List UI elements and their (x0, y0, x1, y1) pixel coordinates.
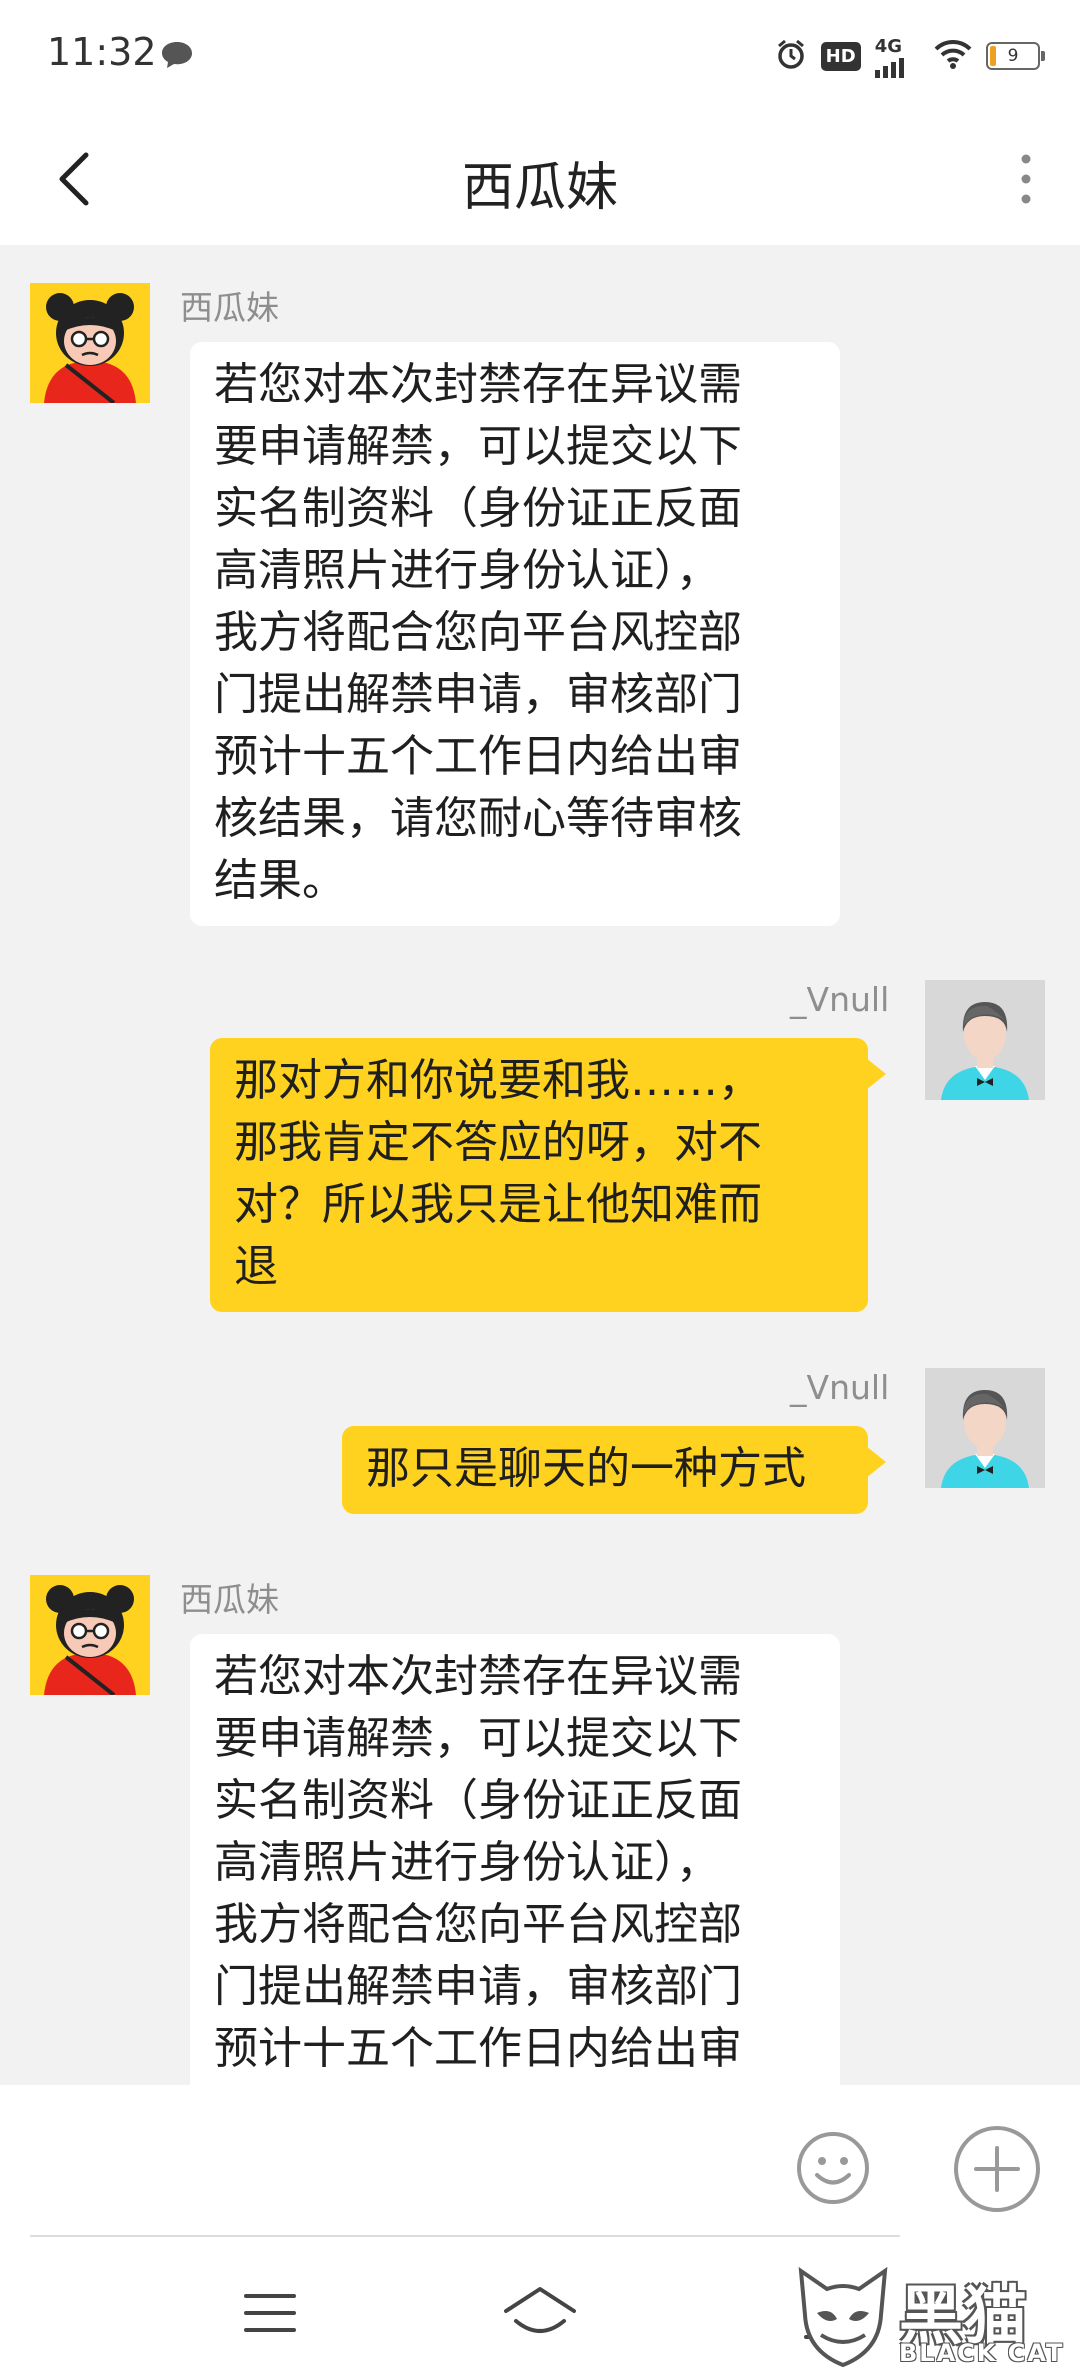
signal-icon: 4G (874, 36, 904, 78)
wifi-icon (934, 39, 972, 73)
sender-name: _Vnull (790, 980, 890, 1019)
message-bubble[interactable]: 那对方和你说要和我……， 那我肯定不答应的呀，对不 对？所以我只是让他知难而 退 (210, 1038, 886, 1312)
black-cat-logo-icon (798, 2266, 888, 2368)
battery-level: 9 (1007, 46, 1019, 66)
message-line: 对？所以我只是让他知难而 (234, 1179, 762, 1230)
sender-name: _Vnull (790, 1368, 890, 1407)
message-line: 门提出解禁申请，审核部门 (214, 1961, 742, 2012)
sender-name: 西瓜妹 (180, 288, 279, 327)
message-line: 高清照片进行身份认证）， (214, 545, 720, 596)
network-type: 4G (874, 35, 902, 57)
message-bubble[interactable]: 若您对本次封禁存在异议需 要申请解禁，可以提交以下 实名制资料（身份证正反面 高… (190, 1634, 840, 2085)
input-bar[interactable] (0, 2085, 1080, 2235)
message-line: 我方将配合您向平台风控部 (214, 1899, 742, 1950)
message-line: 我方将配合您向平台风控部 (214, 607, 742, 658)
home-icon[interactable] (500, 2285, 580, 2341)
message-line: 那我肯定不答应的呀，对不 (234, 1117, 762, 1168)
sender-name: 西瓜妹 (180, 1580, 279, 1619)
chat-title: 西瓜妹 (461, 158, 618, 218)
message-bubble[interactable]: 若您对本次封禁存在异议需 要申请解禁，可以提交以下 实名制资料（身份证正反面 高… (190, 342, 840, 926)
message-line: 要申请解禁，可以提交以下 (214, 1713, 742, 1764)
message-line: 那对方和你说要和我……， (234, 1055, 762, 1106)
message-line: 退 (234, 1241, 278, 1292)
plus-icon[interactable] (952, 2124, 1042, 2214)
hd-badge: HD (820, 41, 861, 71)
message-line: 若您对本次封禁存在异议需 (214, 1651, 742, 1702)
status-time: 11:32 (47, 30, 157, 74)
message-line: 预计十五个工作日内给出审 (214, 731, 742, 782)
message-line: 门提出解禁申请，审核部门 (214, 669, 742, 720)
man-avatar[interactable] (925, 1368, 1045, 1488)
girl-avatar[interactable] (30, 283, 150, 405)
alarm-icon (775, 38, 807, 74)
menu-icon[interactable] (242, 2292, 298, 2334)
message-line: 高清照片进行身份认证）， (214, 1837, 720, 1888)
more-options-icon[interactable] (1008, 149, 1044, 209)
chat-list[interactable]: 西瓜妹 若您对本次封禁存在异议需 要申请解禁，可以提交以下 实名制资料（身份证正… (0, 245, 1080, 2085)
message-line: 那只是聊天的一种方式 (366, 1443, 806, 1494)
emoji-icon[interactable] (795, 2130, 871, 2206)
status-icons: HD 4G 9 (775, 36, 1045, 78)
man-avatar[interactable] (925, 980, 1045, 1100)
message-bubble[interactable]: 那只是聊天的一种方式 (342, 1426, 886, 1514)
black-cat-watermark: 黑猫 BLACK CAT (791, 2265, 1066, 2370)
message-line: 实名制资料（身份证正反面 (214, 483, 742, 534)
message-line: 要申请解禁，可以提交以下 (214, 421, 742, 472)
battery-icon: 9 (986, 42, 1045, 70)
message-line: 实名制资料（身份证正反面 (214, 1775, 742, 1826)
message-line: 预计十五个工作日内给出审 (214, 2023, 742, 2074)
girl-avatar[interactable] (30, 1575, 150, 1697)
watermark-subtext: BLACK CAT (899, 2339, 1065, 2367)
chat-header: 西瓜妹 (0, 115, 1080, 245)
message-line: 核结果，请您耐心等待审核 (214, 793, 742, 844)
message-notification-icon (160, 40, 194, 74)
message-line: 结果。 (214, 855, 346, 906)
status-bar: 11:32 HD 4G 9 (0, 0, 1080, 115)
message-line: 若您对本次封禁存在异议需 (214, 359, 742, 410)
